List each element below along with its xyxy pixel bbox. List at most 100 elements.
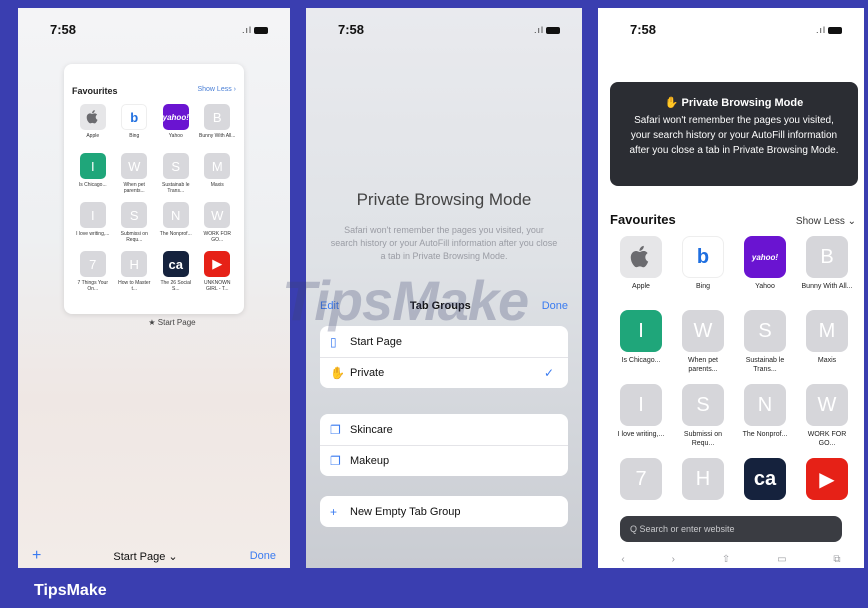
favourite-item[interactable]: Apple <box>72 104 114 145</box>
favourite-label: Is Chicago... <box>78 182 107 188</box>
private-mode-title: Private Browsing Mode <box>356 190 532 209</box>
favourite-tile-icon: S <box>682 384 724 426</box>
favourite-item[interactable]: ▶ UNKNOWN GIRL - T... <box>197 251 239 292</box>
status-time: 7:58 <box>338 22 365 37</box>
favourite-item[interactable]: I Is Chicago... <box>610 310 672 374</box>
show-less-link[interactable]: Show Less › <box>197 86 236 96</box>
favourite-tile-icon: W <box>806 384 848 426</box>
favourite-tile-icon: ca <box>162 251 189 277</box>
favourite-tile-icon: 7 <box>79 251 106 277</box>
row-label: Start Page <box>350 335 402 348</box>
tab-group-private[interactable]: ✋ Private ✓ <box>320 357 568 388</box>
favourite-tile-icon: M <box>204 153 231 179</box>
favourite-tile-icon: M <box>806 310 848 352</box>
status-signal: .ıl <box>816 25 842 35</box>
favourite-tile-icon: W <box>204 202 231 228</box>
add-tab-button[interactable]: + <box>32 547 41 565</box>
plus-icon: + <box>330 504 338 519</box>
favourite-label: Apple <box>632 283 650 290</box>
favourite-tile-icon: W <box>682 310 724 352</box>
favourite-item[interactable]: b Bing <box>672 236 734 300</box>
favourite-tile-icon: I <box>79 202 106 228</box>
favourite-label: Yahoo <box>168 133 183 139</box>
tab-group-skincare[interactable]: ❐ Skincare <box>320 414 568 445</box>
favourite-label: The Nonprof... <box>742 431 788 438</box>
favourite-label: Maxis <box>817 357 837 364</box>
favourite-item[interactable]: ca <box>734 458 796 522</box>
forward-icon[interactable]: › <box>672 554 675 565</box>
bottom-toolbar: + Start Page ⌄ Done <box>18 544 290 568</box>
share-icon[interactable]: ⇧ <box>722 554 730 565</box>
favourite-item[interactable]: N The Nonprof... <box>734 384 796 448</box>
favourite-item[interactable]: W WORK FOR GO... <box>796 384 858 448</box>
favourite-tile-icon: yahoo! <box>744 236 786 278</box>
bing-icon: b <box>682 236 724 278</box>
favourite-item[interactable]: ca The 26 Social S... <box>155 251 197 292</box>
favourite-label: Is Chicago... <box>621 357 661 364</box>
done-button[interactable]: Done <box>542 300 568 312</box>
status-signal: .ıl <box>534 25 560 35</box>
tabs-icon: ❐ <box>330 454 341 468</box>
favourite-item[interactable]: S Sustainab le Trans... <box>155 153 197 194</box>
favourite-label: Sustainab le Trans... <box>745 357 785 373</box>
favourites-grid: Apple b Bing yahoo! Yahoo B Bunny With All... I… <box>610 236 858 522</box>
favourite-tile-icon: N <box>744 384 786 426</box>
start-page-caption: ★ Start Page <box>148 318 196 327</box>
favourite-item[interactable]: N The Nonprof... <box>155 202 197 243</box>
favourite-tile-icon: N <box>162 202 189 228</box>
show-less-link[interactable]: Show Less ⌄ <box>796 216 856 227</box>
favourite-item[interactable]: B Bunny With All... <box>197 104 239 145</box>
favourite-item[interactable]: 7 7 Things Your On... <box>72 251 114 292</box>
done-button[interactable]: Done <box>250 550 276 562</box>
favourite-tile-icon: B <box>806 236 848 278</box>
favourite-item[interactable]: S Submissi on Requ... <box>672 384 734 448</box>
favourite-tile-icon: 7 <box>620 458 662 500</box>
favourite-item[interactable]: M Maxis <box>197 153 239 194</box>
favourite-tile-icon: I <box>79 153 106 179</box>
favourite-item[interactable]: B Bunny With All... <box>796 236 858 300</box>
favourite-item[interactable]: Apple <box>610 236 672 300</box>
tab-group-makeup[interactable]: ❐ Makeup <box>320 445 568 476</box>
new-empty-tab-group-button[interactable]: + New Empty Tab Group <box>320 496 568 527</box>
favourite-item[interactable]: b Bing <box>114 104 156 145</box>
search-field[interactable]: Q Search or enter website <box>620 516 842 542</box>
favourite-label: 7 Things Your On... <box>77 280 109 292</box>
favourite-item[interactable]: W When pet parents... <box>672 310 734 374</box>
favourite-item[interactable]: S Sustainab le Trans... <box>734 310 796 374</box>
favourite-item[interactable]: W When pet parents... <box>114 153 156 194</box>
tab-group-selector[interactable]: Start Page ⌄ <box>113 550 177 563</box>
favourite-tile-icon: yahoo! <box>163 104 189 130</box>
phone-icon: ▯ <box>330 334 337 349</box>
favourite-label: I love writing,... <box>617 431 665 438</box>
tabs-icon[interactable]: ⧉ <box>833 554 840 565</box>
favourite-item[interactable]: 7 <box>610 458 672 522</box>
favourite-label: The 26 Social S... <box>160 280 192 292</box>
favourites-grid: Apple b Bing yahoo! Yahoo B Bunny With All... I… <box>72 104 238 292</box>
favourite-item[interactable]: I Is Chicago... <box>72 153 114 194</box>
favourite-item[interactable]: yahoo! Yahoo <box>734 236 796 300</box>
favourite-label: The Nonprof... <box>159 231 192 237</box>
tab-group-list-primary: ▯ Start Page ✋ Private ✓ <box>320 326 568 388</box>
favourite-label: Bunny With All... <box>199 133 236 139</box>
favourite-item[interactable]: S Submissi on Requ... <box>114 202 156 243</box>
favourite-tile-icon: H <box>682 458 724 500</box>
favourite-item[interactable]: I I love writing,... <box>72 202 114 243</box>
start-page-card[interactable]: Favourites Show Less › Apple b Bing yahoo! Y… <box>64 64 244 314</box>
favourite-label: When pet parents... <box>123 182 145 194</box>
brand-label: TipsMake <box>34 582 107 599</box>
favourite-item[interactable]: ▶ <box>796 458 858 522</box>
status-time: 7:58 <box>630 22 657 37</box>
favourite-tile-icon: I <box>620 310 662 352</box>
favourite-item[interactable]: W WORK FOR GO... <box>197 202 239 243</box>
favourite-tile-icon: W <box>121 153 148 179</box>
favourite-item[interactable]: M Maxis <box>796 310 858 374</box>
back-icon[interactable]: ‹ <box>621 554 624 565</box>
favourite-item[interactable]: H <box>672 458 734 522</box>
favourite-label: Bing <box>695 283 710 290</box>
favourite-item[interactable]: H How to Master t... <box>114 251 156 292</box>
favourite-label: Bing <box>129 133 140 139</box>
bottom-nav: ‹ › ⇧ ▭ ⧉ <box>598 550 864 568</box>
favourite-item[interactable]: yahoo! Yahoo <box>155 104 197 145</box>
bookmarks-icon[interactable]: ▭ <box>777 554 786 565</box>
favourite-item[interactable]: I I love writing,... <box>610 384 672 448</box>
